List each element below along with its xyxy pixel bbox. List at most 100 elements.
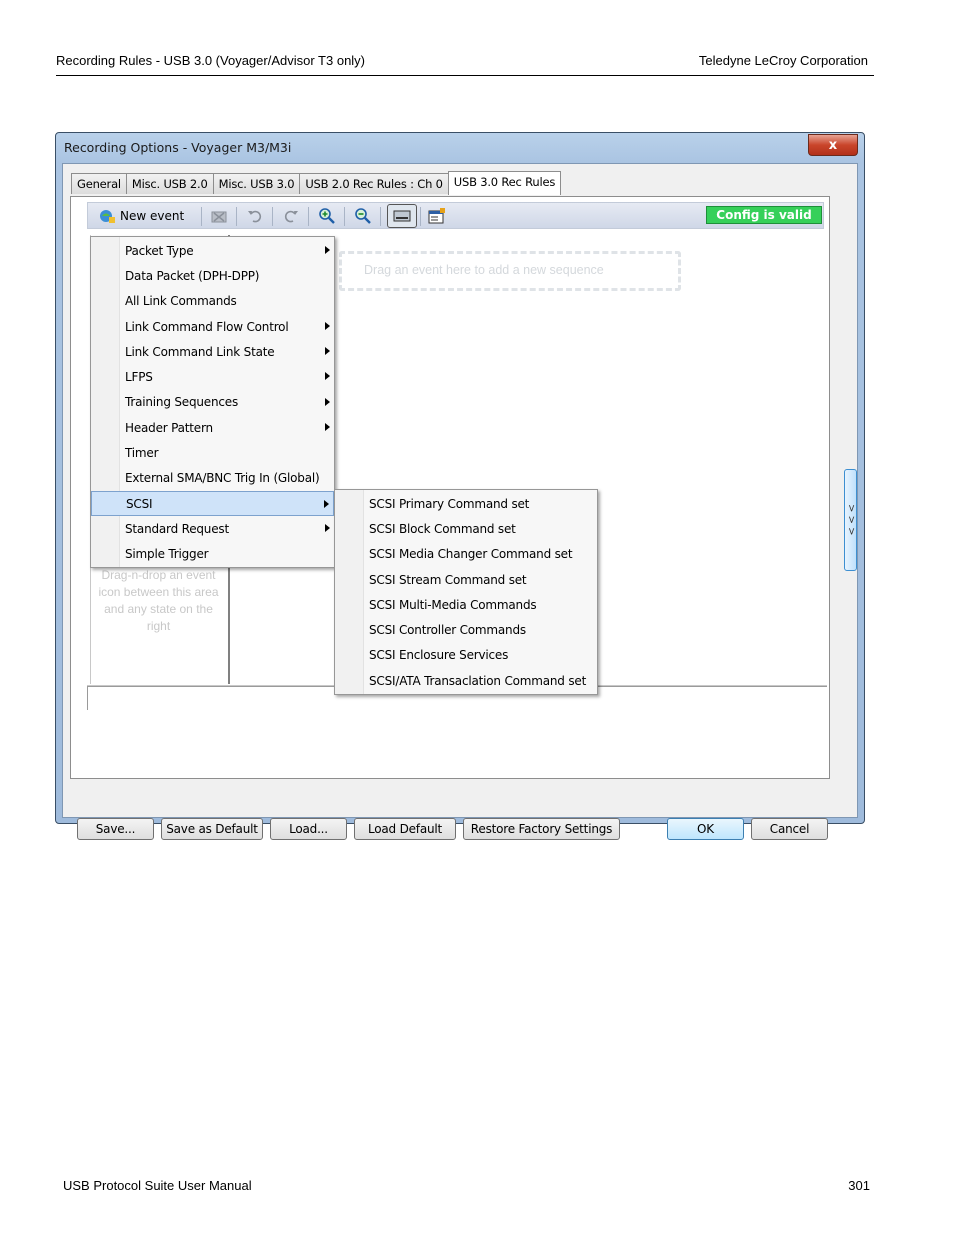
submenu-arrow-icon — [325, 524, 330, 533]
submenu-arrow-icon — [324, 499, 329, 508]
submenu-item-scsi-block[interactable]: SCSI Block Command set — [335, 516, 597, 541]
menu-item-packet-type[interactable]: Packet Type — [91, 238, 334, 263]
menu-item-label: SCSI — [126, 496, 153, 511]
tab-misc-usb-2[interactable]: Misc. USB 2.0 — [125, 173, 214, 194]
submenu-arrow-icon — [325, 246, 330, 254]
toolbar-separator — [272, 207, 273, 226]
submenu-arrow-icon — [325, 397, 330, 406]
redo-icon — [284, 210, 298, 223]
left-drop-hint: Drag-n-drop an event icon between this a… — [98, 568, 219, 633]
submenu-item-scsi-controller[interactable]: SCSI Controller Commands — [335, 617, 597, 642]
submenu-arrow-icon — [325, 321, 330, 330]
submenu-item-scsi-enclosure[interactable]: SCSI Enclosure Services — [335, 643, 597, 668]
toolbar-separator — [236, 207, 237, 226]
page-header-right: Teledyne LeCroy Corporation — [698, 53, 868, 68]
window-title: Recording Options - Voyager M3/M3i — [64, 140, 292, 155]
menu-item-label: Timer — [125, 446, 159, 461]
menu-item-label: LFPS — [125, 370, 153, 385]
menu-item-label: Training Sequences — [125, 395, 239, 410]
menu-item-all-link-commands[interactable]: All Link Commands — [91, 289, 334, 314]
config-status-badge: Config is valid — [706, 206, 822, 224]
sequence-drop-target[interactable]: Drag an event here to add a new sequence — [339, 251, 681, 291]
submenu-item-label: SCSI/ATA Transaclation Command set — [369, 673, 587, 688]
menu-item-timer[interactable]: Timer — [91, 440, 334, 465]
undo-button[interactable] — [246, 206, 264, 226]
close-button[interactable]: x — [808, 134, 858, 156]
save-as-default-button[interactable]: Save as Default — [161, 818, 263, 840]
submenu-item-scsi-media-changer[interactable]: SCSI Media Changer Command set — [335, 542, 597, 567]
close-icon: x — [828, 137, 838, 153]
view-toggle-button[interactable] — [387, 204, 417, 228]
submenu-item-label: SCSI Controller Commands — [369, 623, 526, 638]
rules-toolbar: New event Config is valid — [87, 202, 824, 229]
expand-panel-handle[interactable]: > > > — [844, 469, 857, 571]
delete-event-button[interactable] — [210, 206, 228, 226]
submenu-arrow-icon — [325, 347, 330, 356]
delete-icon — [211, 211, 227, 223]
menu-item-label: Header Pattern — [125, 420, 213, 435]
menu-item-label: External SMA/BNC Trig In (Global) — [125, 471, 320, 486]
submenu-item-label: SCSI Block Command set — [369, 521, 516, 536]
zoom-in-button[interactable] — [318, 206, 336, 226]
menu-item-label: Link Command Link State — [125, 344, 275, 359]
submenu-item-label: SCSI Enclosure Services — [369, 648, 509, 663]
zoom-in-icon — [319, 208, 335, 224]
header-rule — [56, 75, 874, 76]
tab-usb2-rec-rules[interactable]: USB 2.0 Rec Rules : Ch 0 — [299, 173, 449, 194]
restore-factory-settings-button[interactable]: Restore Factory Settings — [463, 818, 620, 840]
submenu-item-list: SCSI Primary Command set SCSI Block Comm… — [335, 490, 597, 693]
submenu-item-scsi-stream[interactable]: SCSI Stream Command set — [335, 567, 597, 592]
menu-item-lfps[interactable]: LFPS — [91, 364, 334, 389]
page-footer-left: USB Protocol Suite User Manual — [63, 1178, 252, 1193]
zoom-out-button[interactable] — [354, 206, 372, 226]
menu-item-data-packet[interactable]: Data Packet (DPH-DPP) — [91, 263, 334, 288]
menu-item-standard-request[interactable]: Standard Request — [91, 516, 334, 541]
new-event-label: New event — [120, 209, 185, 223]
menu-item-simple-trigger[interactable]: Simple Trigger — [91, 542, 334, 567]
toolbar-separator — [420, 207, 421, 226]
cancel-button[interactable]: Cancel — [751, 818, 828, 840]
zoom-out-icon — [355, 208, 371, 224]
menu-item-external-trig-in[interactable]: External SMA/BNC Trig In (Global) — [91, 466, 334, 491]
submenu-item-label: SCSI Stream Command set — [369, 572, 527, 587]
properties-icon — [428, 208, 445, 224]
menu-item-label: Standard Request — [125, 521, 229, 536]
submenu-item-label: SCSI Primary Command set — [369, 496, 530, 511]
toolbar-separator — [201, 207, 202, 226]
menu-item-link-command-link-state[interactable]: Link Command Link State — [91, 339, 334, 364]
menu-item-training-sequences[interactable]: Training Sequences — [91, 390, 334, 415]
expand-chevrons-icon: > > > — [845, 504, 857, 536]
menu-item-label: Link Command Flow Control — [125, 319, 289, 334]
submenu-item-label: SCSI Media Changer Command set — [369, 547, 573, 562]
toolbar-separator — [380, 207, 381, 226]
submenu-arrow-icon — [325, 372, 330, 381]
save-button[interactable]: Save... — [77, 818, 154, 840]
submenu-item-scsi-ata[interactable]: SCSI/ATA Transaclation Command set — [335, 668, 597, 693]
menu-item-link-command-flow-control[interactable]: Link Command Flow Control — [91, 314, 334, 339]
redo-button[interactable] — [282, 206, 300, 226]
page-header-left: Recording Rules - USB 3.0 (Voyager/Advis… — [56, 53, 366, 68]
submenu-arrow-icon — [325, 423, 330, 432]
page-number: 301 — [848, 1178, 870, 1193]
submenu-item-scsi-primary[interactable]: SCSI Primary Command set — [335, 491, 597, 516]
tab-misc-usb-3[interactable]: Misc. USB 3.0 — [212, 173, 301, 194]
menu-item-list: Packet Type Data Packet (DPH-DPP) All Li… — [91, 237, 334, 567]
ok-button[interactable]: OK — [667, 818, 744, 840]
new-event-button[interactable]: New event — [98, 206, 184, 226]
sequence-drop-hint: Drag an event here to add a new sequence — [364, 263, 604, 277]
load-default-button[interactable]: Load Default — [354, 818, 456, 840]
tab-usb3-rec-rules[interactable]: USB 3.0 Rec Rules — [447, 171, 562, 195]
properties-button[interactable] — [428, 206, 446, 226]
menu-item-label: Data Packet (DPH-DPP) — [125, 268, 260, 283]
load-button[interactable]: Load... — [270, 818, 347, 840]
submenu-item-scsi-multimedia[interactable]: SCSI Multi-Media Commands — [335, 592, 597, 617]
menu-item-header-pattern[interactable]: Header Pattern — [91, 415, 334, 440]
tab-general[interactable]: General — [71, 173, 127, 194]
menu-item-label: Packet Type — [125, 243, 194, 258]
submenu-item-label: SCSI Multi-Media Commands — [369, 597, 537, 612]
new-event-menu: Packet Type Data Packet (DPH-DPP) All Li… — [90, 236, 335, 568]
new-event-icon — [100, 210, 115, 223]
menu-item-scsi[interactable]: SCSI — [91, 490, 334, 517]
scsi-submenu: SCSI Primary Command set SCSI Block Comm… — [334, 489, 598, 695]
undo-icon — [248, 210, 262, 223]
